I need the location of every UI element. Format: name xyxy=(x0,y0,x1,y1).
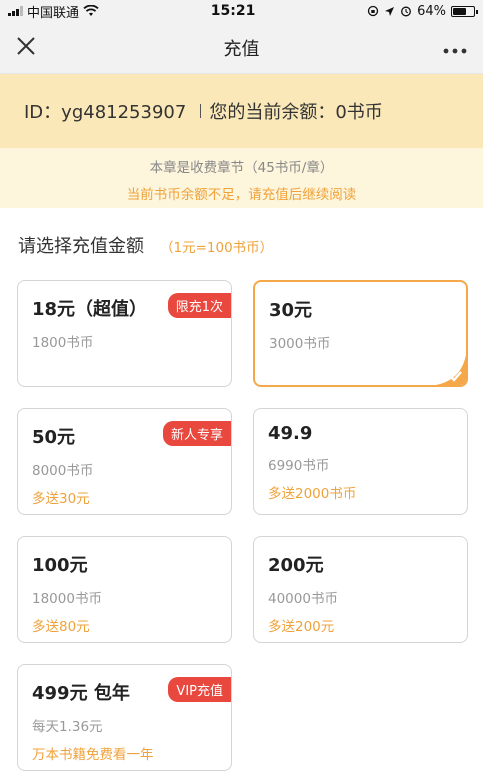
chapter-price-notice: 本章是收费章节（45书币/章） xyxy=(149,160,334,176)
package-tag: 限充1次 xyxy=(167,293,231,318)
package-card-50[interactable]: 50元 8000书币 多送30元 新人专享 xyxy=(17,408,232,515)
package-coins: 每天1.36元 xyxy=(32,719,103,735)
section-header: 请选择充值金额 （1元=100书币） xyxy=(0,208,483,258)
package-card-100[interactable]: 100元 18000书币 多送80元 xyxy=(17,536,232,643)
package-coins: 40000书币 xyxy=(268,591,338,607)
insufficient-balance-notice: 当前书币余额不足，请充值后继续阅读 xyxy=(126,187,357,203)
package-card-499-annual[interactable]: 499元 包年 每天1.36元 万本书籍免费看一年 VIP充值 xyxy=(17,664,232,771)
more-icon[interactable] xyxy=(437,35,467,60)
carrier-label: 中国联通 xyxy=(27,5,80,21)
package-price: 100元 xyxy=(32,555,88,576)
battery-level xyxy=(453,7,466,15)
package-price: 30元 xyxy=(269,300,313,321)
balance: 您的当前余额：0书币 xyxy=(209,102,383,123)
package-card-49-9[interactable]: 49.9 6990书币 多送2000书币 xyxy=(253,408,468,515)
package-coins: 18000书币 xyxy=(32,591,102,607)
status-bar: 中国联通 15:21 64% xyxy=(0,0,483,22)
battery-percent: 64% xyxy=(417,3,446,19)
package-tag: VIP充值 xyxy=(168,677,231,702)
orientation-lock-icon xyxy=(367,5,379,17)
wifi-icon xyxy=(83,5,99,16)
user-id: ID：yg481253907 xyxy=(24,102,187,123)
package-coins: 1800书币 xyxy=(32,335,94,351)
nav-bar: 充值 xyxy=(0,22,483,74)
package-price: 49.9 xyxy=(268,423,313,444)
package-bonus: 多送30元 xyxy=(32,491,90,507)
package-tag: 新人专享 xyxy=(162,421,231,446)
package-card-200[interactable]: 200元 40000书币 多送200元 xyxy=(253,536,468,643)
page-title: 充值 xyxy=(223,38,260,60)
exchange-rate: （1元=100书币） xyxy=(160,240,274,256)
clock: 15:21 xyxy=(210,3,256,19)
package-coins: 6990书币 xyxy=(268,458,330,474)
battery-icon xyxy=(451,5,478,17)
package-bonus: 多送2000书币 xyxy=(268,486,357,502)
alarm-icon xyxy=(401,6,412,17)
package-card-30[interactable]: 30元 3000书币 xyxy=(253,280,468,387)
location-icon xyxy=(385,6,395,16)
chapter-notice: 本章是收费章节（45书币/章） 当前书币余额不足，请充值后继续阅读 xyxy=(0,148,483,208)
package-card-18[interactable]: 18元（超值） 1800书币 限充1次 xyxy=(17,280,232,387)
selected-check-icon xyxy=(436,355,466,385)
account-info: ID：yg481253907 您的当前余额：0书币 xyxy=(0,74,483,148)
package-price: 200元 xyxy=(268,555,324,576)
status-left: 中国联通 xyxy=(8,2,99,21)
status-right: 64% xyxy=(367,3,478,19)
divider xyxy=(200,104,202,118)
package-coins: 3000书币 xyxy=(269,336,331,352)
package-bonus: 多送200元 xyxy=(268,619,335,635)
section-title: 请选择充值金额 xyxy=(18,236,144,257)
package-bonus: 多送80元 xyxy=(32,619,90,635)
cellular-signal-icon xyxy=(8,6,23,16)
package-coins: 8000书币 xyxy=(32,463,94,479)
package-bonus: 万本书籍免费看一年 xyxy=(32,747,154,763)
close-icon[interactable] xyxy=(16,35,46,61)
